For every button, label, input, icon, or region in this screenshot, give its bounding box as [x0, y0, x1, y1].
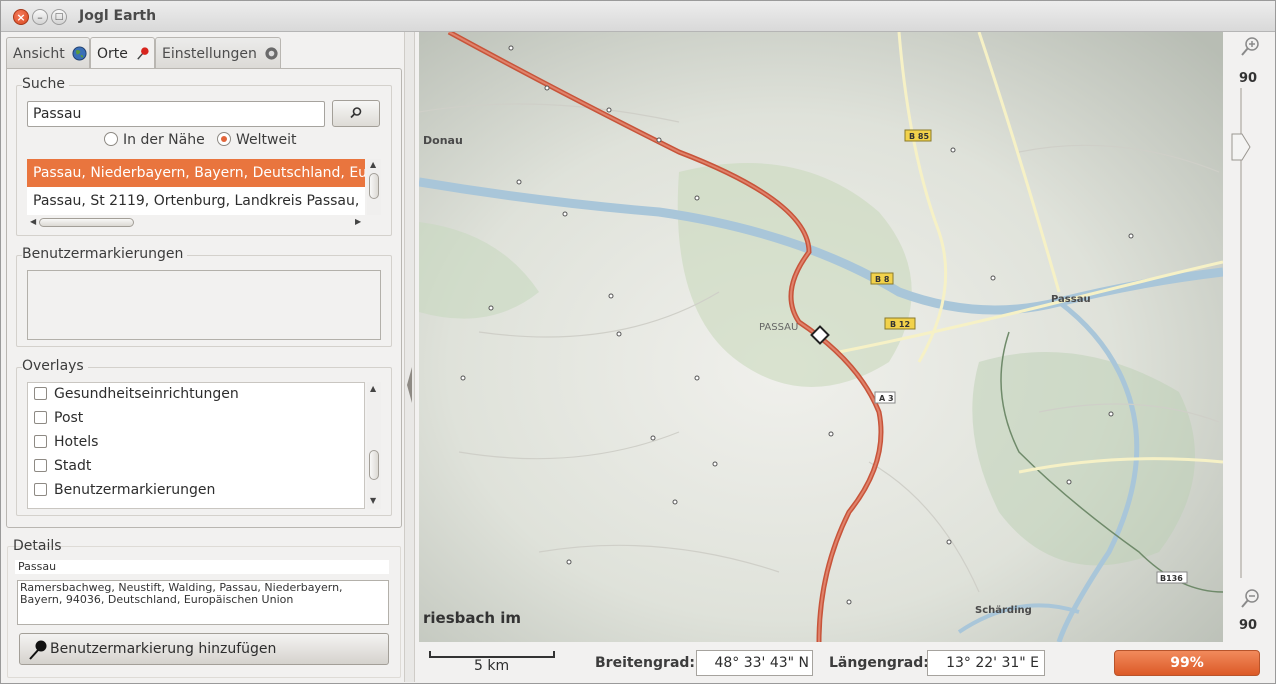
place-label-schaerding: Schärding: [975, 605, 1032, 616]
longitude-field[interactable]: 13° 22' 31" E: [927, 650, 1045, 676]
radio-worldwide-label: Weltweit: [236, 132, 297, 148]
overlays-title: Overlays: [22, 358, 88, 374]
overlay-label: Stadt: [54, 458, 92, 474]
tab-ansicht[interactable]: Ansicht: [6, 37, 90, 68]
overlays-vertical-scrollbar[interactable]: ▲ ▼: [367, 382, 381, 509]
scroll-up-icon[interactable]: ▲: [370, 384, 376, 393]
checkbox[interactable]: [34, 459, 47, 472]
add-user-marker-button[interactable]: Benutzermarkierung hinzufügen: [19, 633, 389, 665]
tab-orte[interactable]: Orte: [90, 37, 155, 69]
details-address: Ramersbachweg, Neustift, Walding, Passau…: [17, 580, 389, 625]
zoom-panel: 90 90: [1225, 32, 1275, 642]
add-user-marker-label: Benutzermarkierung hinzufügen: [50, 641, 277, 657]
user-markers-list[interactable]: [27, 270, 381, 340]
app-window: × – □ Jogl Earth Ansicht Orte Einstellun…: [0, 0, 1276, 684]
checkbox[interactable]: [34, 387, 47, 400]
radio-worldwide-circle[interactable]: [217, 132, 231, 146]
road-label-a3: A 3: [879, 394, 894, 403]
place-label-donau: Donau: [423, 134, 463, 147]
zoom-slider-thumb[interactable]: [1230, 132, 1252, 162]
overlay-label: Hotels: [54, 434, 99, 450]
checkbox[interactable]: [34, 435, 47, 448]
radio-worldwide[interactable]: Weltweit: [217, 132, 296, 148]
place-label-passau-marker: PASSAU: [759, 322, 798, 333]
tab-einstellungen-label: Einstellungen: [162, 46, 257, 62]
window-title: Jogl Earth: [79, 8, 157, 24]
status-bar: 5 km Breitengrad: 48° 33' 43" N Längengr…: [419, 644, 1275, 682]
map-view[interactable]: B 85 B 8 B 12 A 3 B136 Donau Passau PASS…: [419, 32, 1223, 642]
scroll-left-icon[interactable]: ◀: [30, 217, 36, 226]
results-horizontal-scrollbar[interactable]: ◀ ▶: [29, 215, 363, 229]
user-markers-title: Benutzermarkierungen: [22, 246, 188, 262]
list-item[interactable]: Passau, St 2119, Ortenburg, Landkreis Pa…: [27, 187, 365, 215]
overlay-item-hotels[interactable]: Hotels: [28, 431, 364, 455]
road-label-b85: B 85: [909, 132, 929, 141]
scrollbar-thumb[interactable]: [369, 450, 379, 480]
scroll-down-icon[interactable]: ▼: [370, 496, 376, 505]
zoom-out-icon[interactable]: [1239, 588, 1261, 610]
scale-label: 5 km: [474, 658, 510, 674]
search-results-list: Passau, Niederbayern, Bayern, Deutschlan…: [27, 159, 365, 215]
latitude-field[interactable]: 48° 33' 43" N: [696, 650, 813, 676]
panel-splitter[interactable]: [404, 32, 415, 682]
maximize-window-button[interactable]: □: [51, 9, 67, 25]
zoom-value-top: 90: [1238, 71, 1258, 86]
scroll-right-icon[interactable]: ▶: [355, 217, 361, 226]
close-window-button[interactable]: ×: [13, 9, 29, 25]
map-pin-icon: [29, 640, 47, 660]
loading-progress-bar: 99%: [1114, 650, 1260, 676]
road-label-b136: B136: [1160, 574, 1183, 583]
scrollbar-thumb[interactable]: [369, 173, 379, 199]
title-bar: × – □ Jogl Earth: [1, 1, 1275, 32]
overlay-item-post[interactable]: Post: [28, 407, 364, 431]
gear-icon: [265, 47, 278, 60]
results-vertical-scrollbar[interactable]: ▲: [367, 159, 381, 215]
scrollbar-thumb[interactable]: [39, 218, 134, 227]
tab-einstellungen[interactable]: Einstellungen: [155, 37, 281, 68]
overlay-item-gesundheit[interactable]: Gesundheitseinrichtungen: [28, 383, 364, 407]
search-icon: [350, 107, 362, 119]
overlay-label: Post: [54, 410, 84, 426]
globe-icon: [72, 46, 87, 61]
checkbox[interactable]: [34, 483, 47, 496]
details-title: Details: [13, 538, 62, 554]
search-input[interactable]: Passau: [27, 101, 325, 127]
map-canvas[interactable]: B 85 B 8 B 12 A 3 B136 Donau Passau PASS…: [419, 32, 1223, 642]
details-place-name: Passau: [15, 560, 389, 574]
search-group-title: Suche: [22, 76, 69, 92]
radio-nearby-circle[interactable]: [104, 132, 118, 146]
search-button[interactable]: [332, 100, 380, 127]
road-label-b8: B 8: [875, 275, 890, 284]
tab-ansicht-label: Ansicht: [13, 46, 65, 62]
splitter-arrow-icon[interactable]: [407, 367, 412, 403]
place-label-griesbach: riesbach im: [423, 609, 521, 627]
zoom-value-bottom: 90: [1238, 618, 1258, 633]
map-pin-icon: [137, 47, 149, 60]
overlays-list: Gesundheitseinrichtungen Post Hotels Sta…: [27, 382, 365, 509]
zoom-in-icon[interactable]: [1239, 36, 1261, 58]
scroll-up-icon[interactable]: ▲: [370, 160, 376, 169]
list-item[interactable]: Passau, Niederbayern, Bayern, Deutschlan…: [27, 159, 365, 187]
scale-bar: [429, 651, 555, 658]
minimize-window-button[interactable]: –: [32, 9, 48, 25]
tab-orte-label: Orte: [97, 46, 128, 62]
overlay-item-stadt[interactable]: Stadt: [28, 455, 364, 479]
road-label-b12: B 12: [890, 320, 910, 329]
radio-nearby-label: In der Nähe: [123, 132, 205, 148]
overlay-label: Gesundheitseinrichtungen: [54, 386, 239, 402]
longitude-label: Längengrad:: [829, 655, 929, 671]
checkbox[interactable]: [34, 411, 47, 424]
place-label-passau: Passau: [1051, 294, 1091, 305]
latitude-label: Breitengrad:: [595, 655, 696, 671]
overlay-item-benutzermarkierungen[interactable]: Benutzermarkierungen: [28, 479, 364, 503]
radio-nearby[interactable]: In der Nähe: [104, 132, 205, 148]
overlay-label: Benutzermarkierungen: [54, 482, 216, 498]
